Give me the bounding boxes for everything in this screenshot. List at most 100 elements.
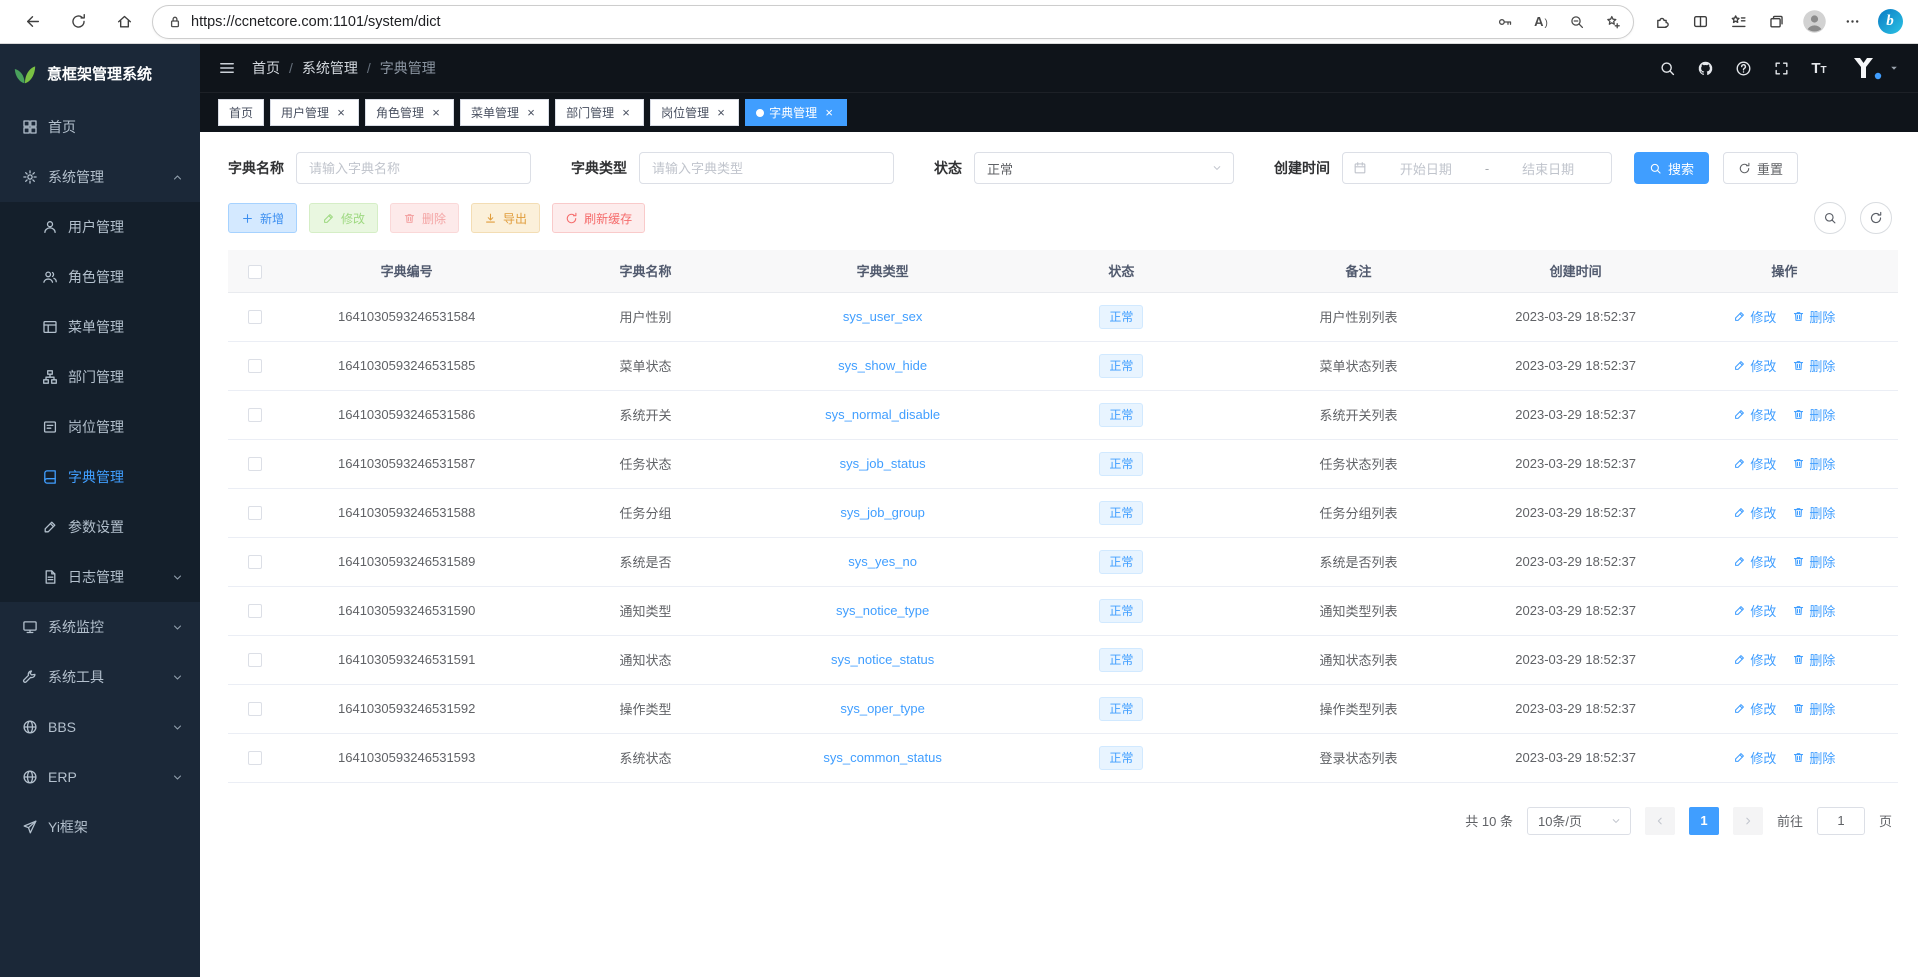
tab-5[interactable]: 岗位管理: [650, 99, 739, 126]
header-search-button[interactable]: [1651, 52, 1683, 84]
row-checkbox[interactable]: [248, 604, 262, 618]
extensions-button[interactable]: [1644, 5, 1680, 39]
tab-close-icon[interactable]: [822, 106, 836, 120]
sidebar-toggle-button[interactable]: [218, 59, 236, 77]
toggle-search-button[interactable]: [1814, 202, 1846, 234]
browser-refresh-button[interactable]: [60, 5, 96, 39]
row-edit-button[interactable]: 修改: [1733, 601, 1776, 620]
breadcrumb-item[interactable]: 系统管理: [302, 58, 358, 78]
github-button[interactable]: [1689, 52, 1721, 84]
page-size-select[interactable]: 10条/页: [1527, 807, 1631, 835]
favorites-button[interactable]: [1720, 5, 1756, 39]
dict-type-link[interactable]: sys_yes_no: [848, 554, 917, 569]
row-checkbox[interactable]: [248, 408, 262, 422]
font-size-button[interactable]: [1803, 52, 1835, 84]
sidebar-item-11[interactable]: 系统工具: [0, 652, 200, 702]
export-button[interactable]: 导出: [471, 203, 540, 233]
tab-close-icon[interactable]: [619, 106, 633, 120]
sidebar-item-5[interactable]: 部门管理: [0, 352, 200, 402]
row-edit-button[interactable]: 修改: [1733, 454, 1776, 473]
sidebar-item-6[interactable]: 岗位管理: [0, 402, 200, 452]
select-all-checkbox[interactable]: [248, 265, 262, 279]
tab-close-icon[interactable]: [429, 106, 443, 120]
dict-type-link[interactable]: sys_oper_type: [840, 701, 925, 716]
password-button[interactable]: [1491, 8, 1519, 36]
row-delete-button[interactable]: 删除: [1792, 503, 1835, 522]
row-edit-button[interactable]: 修改: [1733, 503, 1776, 522]
row-checkbox[interactable]: [248, 310, 262, 324]
tab-3[interactable]: 菜单管理: [460, 99, 549, 126]
row-edit-button[interactable]: 修改: [1733, 748, 1776, 767]
sidebar-item-2[interactable]: 用户管理: [0, 202, 200, 252]
prev-page-button[interactable]: [1645, 807, 1675, 835]
tab-4[interactable]: 部门管理: [555, 99, 644, 126]
dict-type-link[interactable]: sys_user_sex: [843, 309, 922, 324]
row-delete-button[interactable]: 删除: [1792, 601, 1835, 620]
refresh-table-button[interactable]: [1860, 202, 1892, 234]
sidebar-item-9[interactable]: 日志管理: [0, 552, 200, 602]
sidebar-item-8[interactable]: 参数设置: [0, 502, 200, 552]
date-range-picker[interactable]: 开始日期 - 结束日期: [1342, 152, 1612, 184]
row-edit-button[interactable]: 修改: [1733, 307, 1776, 326]
sidebar-item-13[interactable]: ERP: [0, 752, 200, 802]
dict-name-input[interactable]: [296, 152, 531, 184]
bing-chat-button[interactable]: [1872, 5, 1908, 39]
tab-close-icon[interactable]: [334, 106, 348, 120]
current-page[interactable]: 1: [1689, 807, 1719, 835]
dict-type-link[interactable]: sys_job_group: [840, 505, 925, 520]
status-select[interactable]: 正常: [974, 152, 1234, 184]
row-edit-button[interactable]: 修改: [1733, 650, 1776, 669]
tab-0[interactable]: 首页: [218, 99, 264, 126]
row-checkbox[interactable]: [248, 457, 262, 471]
search-button[interactable]: 搜索: [1634, 152, 1709, 184]
sidebar-item-1[interactable]: 系统管理: [0, 152, 200, 202]
row-edit-button[interactable]: 修改: [1733, 552, 1776, 571]
delete-button[interactable]: 删除: [390, 203, 459, 233]
dict-type-link[interactable]: sys_show_hide: [838, 358, 927, 373]
row-delete-button[interactable]: 删除: [1792, 356, 1835, 375]
profile-button[interactable]: [1796, 5, 1832, 39]
split-screen-button[interactable]: [1682, 5, 1718, 39]
goto-page-input[interactable]: [1817, 807, 1865, 835]
row-delete-button[interactable]: 删除: [1792, 552, 1835, 571]
row-edit-button[interactable]: 修改: [1733, 405, 1776, 424]
refresh-cache-button[interactable]: 刷新缓存: [552, 203, 645, 233]
sidebar-item-7[interactable]: 字典管理: [0, 452, 200, 502]
row-checkbox[interactable]: [248, 506, 262, 520]
tab-2[interactable]: 角色管理: [365, 99, 454, 126]
row-delete-button[interactable]: 删除: [1792, 699, 1835, 718]
reset-button[interactable]: 重置: [1723, 152, 1798, 184]
browser-back-button[interactable]: [14, 5, 50, 39]
tab-6[interactable]: 字典管理: [745, 99, 847, 126]
breadcrumb-item[interactable]: 首页: [252, 58, 280, 78]
row-edit-button[interactable]: 修改: [1733, 356, 1776, 375]
address-bar[interactable]: https://ccnetcore.com:1101/system/dict: [152, 5, 1634, 39]
row-checkbox[interactable]: [248, 555, 262, 569]
sidebar-item-12[interactable]: BBS: [0, 702, 200, 752]
dict-type-link[interactable]: sys_normal_disable: [825, 407, 940, 422]
row-checkbox[interactable]: [248, 653, 262, 667]
tab-1[interactable]: 用户管理: [270, 99, 359, 126]
row-checkbox[interactable]: [248, 359, 262, 373]
row-checkbox[interactable]: [248, 751, 262, 765]
dict-type-link[interactable]: sys_notice_type: [836, 603, 929, 618]
add-favorite-button[interactable]: [1599, 8, 1627, 36]
sidebar-item-10[interactable]: 系统监控: [0, 602, 200, 652]
help-button[interactable]: [1727, 52, 1759, 84]
row-checkbox[interactable]: [248, 702, 262, 716]
tab-close-icon[interactable]: [524, 106, 538, 120]
collections-button[interactable]: [1758, 5, 1794, 39]
read-aloud-button[interactable]: [1527, 8, 1555, 36]
zoom-button[interactable]: [1563, 8, 1591, 36]
next-page-button[interactable]: [1733, 807, 1763, 835]
sidebar-item-14[interactable]: Yi框架: [0, 802, 200, 852]
sidebar-item-0[interactable]: 首页: [0, 102, 200, 152]
add-button[interactable]: 新增: [228, 203, 297, 233]
dict-type-link[interactable]: sys_job_status: [840, 456, 926, 471]
row-delete-button[interactable]: 删除: [1792, 454, 1835, 473]
tab-close-icon[interactable]: [714, 106, 728, 120]
browser-menu-button[interactable]: [1834, 5, 1870, 39]
dict-type-input[interactable]: [639, 152, 894, 184]
row-edit-button[interactable]: 修改: [1733, 699, 1776, 718]
row-delete-button[interactable]: 删除: [1792, 307, 1835, 326]
